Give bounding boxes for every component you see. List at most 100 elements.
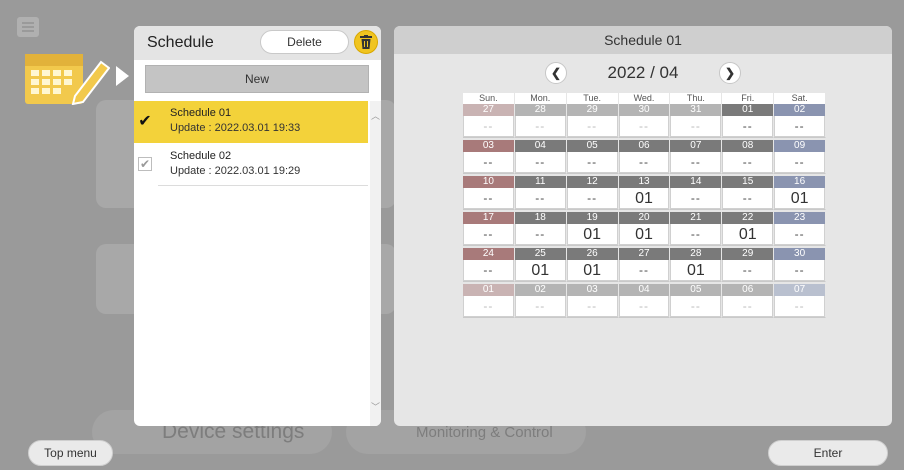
top-menu-button[interactable]: Top menu [28,440,113,466]
calendar-day[interactable]: 20 01 [618,212,671,246]
calendar-day[interactable]: 22 01 [722,212,775,246]
calendar-day[interactable]: 03 -- [463,140,515,174]
calendar-day[interactable]: 23 -- [774,212,827,246]
delete-button[interactable]: Delete [260,30,349,54]
calendar-day[interactable]: 30 -- [774,248,827,282]
calendar-day[interactable]: 21 -- [670,212,723,246]
calendar-day[interactable]: 17 -- [463,212,515,246]
day-schedule-value: -- [670,296,722,317]
day-number: 06 [722,284,774,296]
calendar-day[interactable]: 04 -- [514,140,567,174]
calendar-week: 03 -- 04 -- 05 -- 06 -- 07 -- 08 -- 09 -- [463,140,827,174]
trash-icon [360,35,372,49]
day-number: 03 [463,140,514,152]
day-schedule-value: -- [463,260,514,281]
day-number: 19 [566,212,618,224]
schedule-item[interactable]: ✔ Schedule 02 Update : 2022.03.01 19:29 [134,144,368,186]
calendar-day[interactable]: 03 -- [566,284,619,318]
day-schedule-value: -- [566,296,618,317]
calendar-day[interactable]: 19 01 [566,212,619,246]
calendar-day[interactable]: 27 -- [618,248,671,282]
weekday-label: Fri. [722,93,775,104]
enter-button[interactable]: Enter [768,440,888,466]
calendar-day[interactable]: 01 -- [463,284,515,318]
day-schedule-value: -- [618,116,670,137]
calendar-day[interactable]: 04 -- [618,284,671,318]
calendar-day[interactable]: 05 -- [566,140,619,174]
calendar-day[interactable]: 05 -- [670,284,723,318]
day-schedule-value: -- [670,152,722,173]
calendar-day[interactable]: 26 01 [566,248,619,282]
calendar-day[interactable]: 13 01 [618,176,671,210]
day-schedule-value: -- [514,152,566,173]
weekday-label: Sat. [774,93,827,104]
scroll-down-icon[interactable]: ﹀ [370,400,381,414]
day-number: 29 [566,104,618,116]
calendar-day[interactable]: 14 -- [670,176,723,210]
calendar-day[interactable]: 28 -- [514,104,567,138]
day-schedule-value: -- [463,224,514,245]
scroll-up-icon[interactable]: ︿ [370,109,381,123]
day-number: 16 [774,176,826,188]
day-schedule-value: -- [774,260,826,281]
calendar-day[interactable]: 29 -- [722,248,775,282]
day-number: 23 [774,212,826,224]
day-number: 25 [514,248,566,260]
calendar-week: 27 -- 28 -- 29 -- 30 -- 31 -- 01 -- 02 -- [463,104,827,138]
calendar-day[interactable]: 07 -- [670,140,723,174]
calendar-day[interactable]: 10 -- [463,176,515,210]
calendar-day[interactable]: 16 01 [774,176,827,210]
calendar-day[interactable]: 02 -- [774,104,827,138]
calendar-day[interactable]: 07 -- [774,284,827,318]
calendar-day[interactable]: 31 -- [670,104,723,138]
calendar-day[interactable]: 06 -- [618,140,671,174]
day-schedule-value: -- [514,116,566,137]
calendar-day[interactable]: 27 -- [463,104,515,138]
calendar-day[interactable]: 24 -- [463,248,515,282]
schedule-item[interactable]: ✔ Schedule 01 Update : 2022.03.01 19:33 [134,101,368,143]
calendar-day[interactable]: 29 -- [566,104,619,138]
day-number: 06 [618,140,670,152]
day-schedule-value: 01 [618,224,670,245]
arrow-right-icon [116,66,129,86]
weekday-header: Sun. Mon. Tue. Wed. Thu. Fri. Sat. [463,93,827,104]
calendar-week: 24 -- 25 01 26 01 27 -- 28 01 29 -- 30 -- [463,248,827,282]
day-number: 07 [670,140,722,152]
day-schedule-value: -- [774,116,826,137]
calendar-day[interactable]: 11 -- [514,176,567,210]
day-number: 05 [670,284,722,296]
calendar-day[interactable]: 06 -- [722,284,775,318]
calendar-day[interactable]: 18 -- [514,212,567,246]
day-number: 11 [514,176,566,188]
day-number: 03 [566,284,618,296]
calendar-day[interactable]: 08 -- [722,140,775,174]
day-schedule-value: 01 [514,260,566,281]
day-schedule-value: 01 [774,188,826,209]
day-number: 18 [514,212,566,224]
new-schedule-button[interactable]: New [145,65,369,93]
list-scrollbar[interactable]: ︿ ﹀ [370,101,381,426]
weekday-label: Thu. [670,93,723,104]
next-month-button[interactable]: ❯ [719,62,741,84]
calendar-day[interactable]: 01 -- [722,104,775,138]
day-schedule-value: -- [463,152,514,173]
calendar-day[interactable]: 09 -- [774,140,827,174]
day-schedule-value: -- [774,224,826,245]
calendar-day[interactable]: 02 -- [514,284,567,318]
day-number: 20 [618,212,670,224]
calendar-day[interactable]: 12 -- [566,176,619,210]
day-number: 04 [618,284,670,296]
day-schedule-value: -- [774,152,826,173]
day-number: 27 [463,104,514,116]
trash-button[interactable] [354,30,378,54]
schedule-name: Schedule 01 [170,107,232,119]
menu-icon [17,17,39,37]
calendar-day[interactable]: 25 01 [514,248,567,282]
schedule-update-time: Update : 2022.03.01 19:29 [170,165,301,177]
calendar-day[interactable]: 15 -- [722,176,775,210]
calendar-day[interactable]: 28 01 [670,248,723,282]
day-schedule-value: -- [463,296,514,317]
calendar-day[interactable]: 30 -- [618,104,671,138]
day-schedule-value: -- [463,116,514,137]
day-schedule-value: -- [670,224,722,245]
